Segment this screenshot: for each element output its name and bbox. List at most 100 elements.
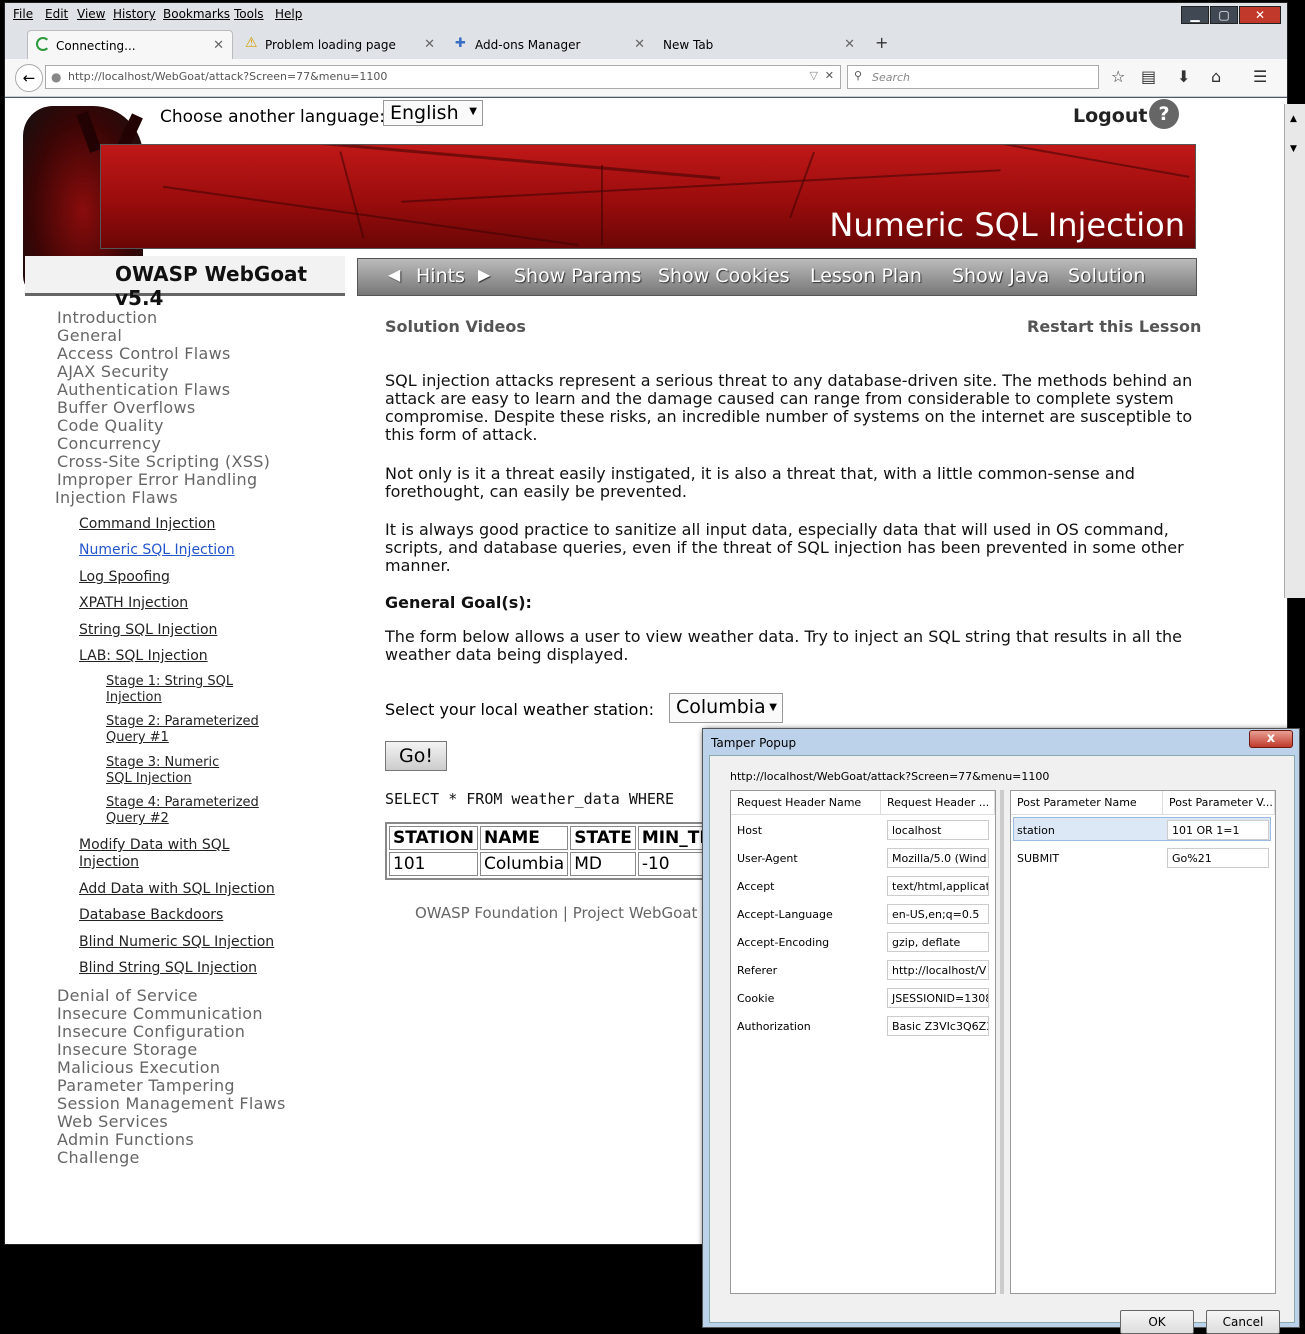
sidebar-category-injection-flaws[interactable]: Injection Flaws (55, 488, 178, 507)
sidebar-category[interactable]: Concurrency (57, 434, 161, 453)
show-params-button[interactable]: Show Params (514, 265, 641, 287)
menu-history[interactable]: History (113, 7, 156, 21)
param-value-input[interactable]: 101 OR 1=1 (1167, 820, 1269, 840)
sidebar-item-numeric-sql-injection[interactable]: Numeric SQL Injection (79, 542, 235, 558)
close-tab-icon[interactable]: ✕ (213, 38, 224, 53)
home-icon[interactable]: ⌂ (1211, 67, 1221, 86)
menu-edit[interactable]: Edit (45, 7, 68, 21)
sidebar-item-database-backdoors[interactable]: Database Backdoors (79, 907, 223, 923)
bookmark-star-icon[interactable]: ☆ (1111, 67, 1125, 86)
column-header[interactable]: Request Header Name (731, 791, 881, 815)
search-input[interactable]: ⚲ Search (847, 65, 1099, 89)
logout-link[interactable]: Logout (1073, 105, 1147, 127)
tab-addons[interactable]: ✚ Add-ons Manager ✕ (447, 30, 653, 59)
sidebar-item-lab-sql-injection[interactable]: LAB: SQL Injection (79, 648, 208, 664)
sidebar-category[interactable]: Insecure Communication (57, 1004, 263, 1023)
sidebar-category[interactable]: Improper Error Handling (57, 470, 257, 489)
sidebar-item-blind-string[interactable]: Blind String SQL Injection (79, 960, 257, 976)
param-value-input[interactable]: Go%21 (1167, 848, 1269, 868)
header-value-input[interactable]: localhost (887, 820, 989, 840)
close-dialog-button[interactable]: x (1249, 730, 1293, 748)
show-java-button[interactable]: Show Java (952, 265, 1049, 287)
prev-hint-icon[interactable]: ◀ (388, 265, 400, 284)
sidebar-category[interactable]: Malicious Execution (57, 1058, 220, 1077)
sidebar-category[interactable]: Session Management Flaws (57, 1094, 286, 1113)
sidebar-category[interactable]: Insecure Configuration (57, 1022, 245, 1041)
go-button[interactable]: Go! (385, 741, 447, 771)
scroll-up-icon[interactable]: ▲ (1290, 114, 1297, 124)
sidebar-category[interactable]: Challenge (57, 1148, 140, 1167)
restart-lesson-link[interactable]: Restart this Lesson (1027, 317, 1201, 336)
hamburger-menu-icon[interactable]: ☰ (1253, 67, 1267, 86)
sidebar-item-blind-numeric[interactable]: Blind Numeric SQL Injection (79, 934, 274, 950)
lesson-plan-button[interactable]: Lesson Plan (810, 265, 922, 287)
new-tab-icon[interactable]: + (875, 33, 888, 52)
sidebar-item-stage-4[interactable]: Stage 4: Parameterized Query #2 (106, 795, 266, 827)
header-value-input[interactable]: http://localhost/V (887, 960, 989, 980)
sidebar-item-stage-3[interactable]: Stage 3: Numeric SQL Injection (106, 755, 246, 787)
sidebar-category[interactable]: Introduction (57, 308, 158, 327)
sidebar-category[interactable]: Code Quality (57, 416, 164, 435)
close-window-button[interactable]: ✕ (1239, 6, 1281, 24)
dropdown-arrow-icon[interactable]: ▽ (810, 69, 818, 82)
downloads-icon[interactable]: ⬇ (1177, 67, 1190, 86)
show-cookies-button[interactable]: Show Cookies (658, 265, 790, 287)
sidebar-item-string-sql-injection[interactable]: String SQL Injection (79, 622, 217, 638)
sidebar-category[interactable]: Parameter Tampering (57, 1076, 235, 1095)
tab-connecting[interactable]: Connecting... ✕ (27, 30, 233, 59)
header-value-input[interactable]: gzip, deflate (887, 932, 989, 952)
menu-view[interactable]: View (77, 7, 105, 21)
sidebar-item-stage-2[interactable]: Stage 2: Parameterized Query #1 (106, 714, 266, 746)
header-value-input[interactable]: Mozilla/5.0 (Wind (887, 848, 989, 868)
help-icon[interactable]: ? (1149, 99, 1179, 129)
tab-problem-loading[interactable]: ⚠ Problem loading page ✕ (237, 30, 443, 59)
close-tab-icon[interactable]: ✕ (634, 37, 645, 52)
minimize-button[interactable]: ▁ (1181, 6, 1209, 24)
cancel-button[interactable]: Cancel (1206, 1310, 1280, 1334)
sidebar-category[interactable]: General (57, 326, 122, 345)
url-input[interactable]: ● http://localhost/WebGoat/attack?Screen… (45, 65, 841, 89)
sidebar-item-stage-1[interactable]: Stage 1: String SQL Injection (106, 674, 236, 706)
header-value-input[interactable]: text/html,applicat (887, 876, 989, 896)
stop-icon[interactable]: ✕ (825, 69, 834, 82)
menu-help[interactable]: Help (275, 7, 302, 21)
sidebar-item-log-spoofing[interactable]: Log Spoofing (79, 569, 170, 585)
menu-bookmarks[interactable]: Bookmarks (163, 7, 230, 21)
header-value-input[interactable]: JSESSIONID=1308, (887, 988, 989, 1008)
menu-file[interactable]: File (13, 7, 33, 21)
solution-button[interactable]: Solution (1068, 265, 1145, 287)
sidebar-category[interactable]: Insecure Storage (57, 1040, 198, 1059)
hints-button[interactable]: Hints (416, 265, 465, 287)
sidebar-item-add-data[interactable]: Add Data with SQL Injection (79, 881, 275, 897)
sidebar-item-xpath-injection[interactable]: XPATH Injection (79, 595, 188, 611)
weather-station-select[interactable]: Columbia ▼ (669, 693, 783, 723)
sidebar-category[interactable]: Cross-Site Scripting (XSS) (57, 452, 270, 471)
solution-videos-link[interactable]: Solution Videos (385, 317, 526, 336)
tab-new-tab[interactable]: New Tab ✕ (657, 30, 863, 59)
maximize-button[interactable]: ▢ (1210, 6, 1238, 24)
column-header[interactable]: Request Header ... (881, 791, 995, 815)
sidebar-category[interactable]: Admin Functions (57, 1130, 194, 1149)
close-tab-icon[interactable]: ✕ (424, 37, 435, 52)
scroll-down-icon[interactable]: ▼ (1290, 144, 1297, 154)
column-header[interactable]: Post Parameter Name (1011, 791, 1163, 815)
sidebar-item-command-injection[interactable]: Command Injection (79, 516, 215, 532)
sidebar-category[interactable]: Authentication Flaws (57, 380, 230, 399)
menu-tools[interactable]: Tools (234, 7, 264, 21)
sidebar-category[interactable]: Denial of Service (57, 986, 198, 1005)
sidebar-category[interactable]: Access Control Flaws (57, 344, 231, 363)
language-select[interactable]: English ▼ (383, 100, 483, 126)
bookmarks-list-icon[interactable]: ▤ (1141, 67, 1156, 86)
sidebar-category[interactable]: Buffer Overflows (57, 398, 195, 417)
header-value-input[interactable]: en-US,en;q=0.5 (887, 904, 989, 924)
ok-button[interactable]: OK (1120, 1310, 1194, 1334)
pane-splitter[interactable] (1000, 790, 1004, 1294)
back-icon[interactable]: ← (15, 64, 43, 92)
sidebar-item-modify-data[interactable]: Modify Data with SQL Injection (79, 837, 239, 871)
sidebar-category[interactable]: Web Services (57, 1112, 168, 1131)
column-header[interactable]: Post Parameter V... (1163, 791, 1275, 815)
sidebar-category[interactable]: AJAX Security (57, 362, 169, 381)
next-hint-icon[interactable]: ▶ (478, 265, 490, 284)
header-value-input[interactable]: Basic Z3VIc3Q6Z3 (887, 1016, 989, 1036)
vertical-scrollbar[interactable]: ▲ ▼ (1284, 104, 1305, 598)
